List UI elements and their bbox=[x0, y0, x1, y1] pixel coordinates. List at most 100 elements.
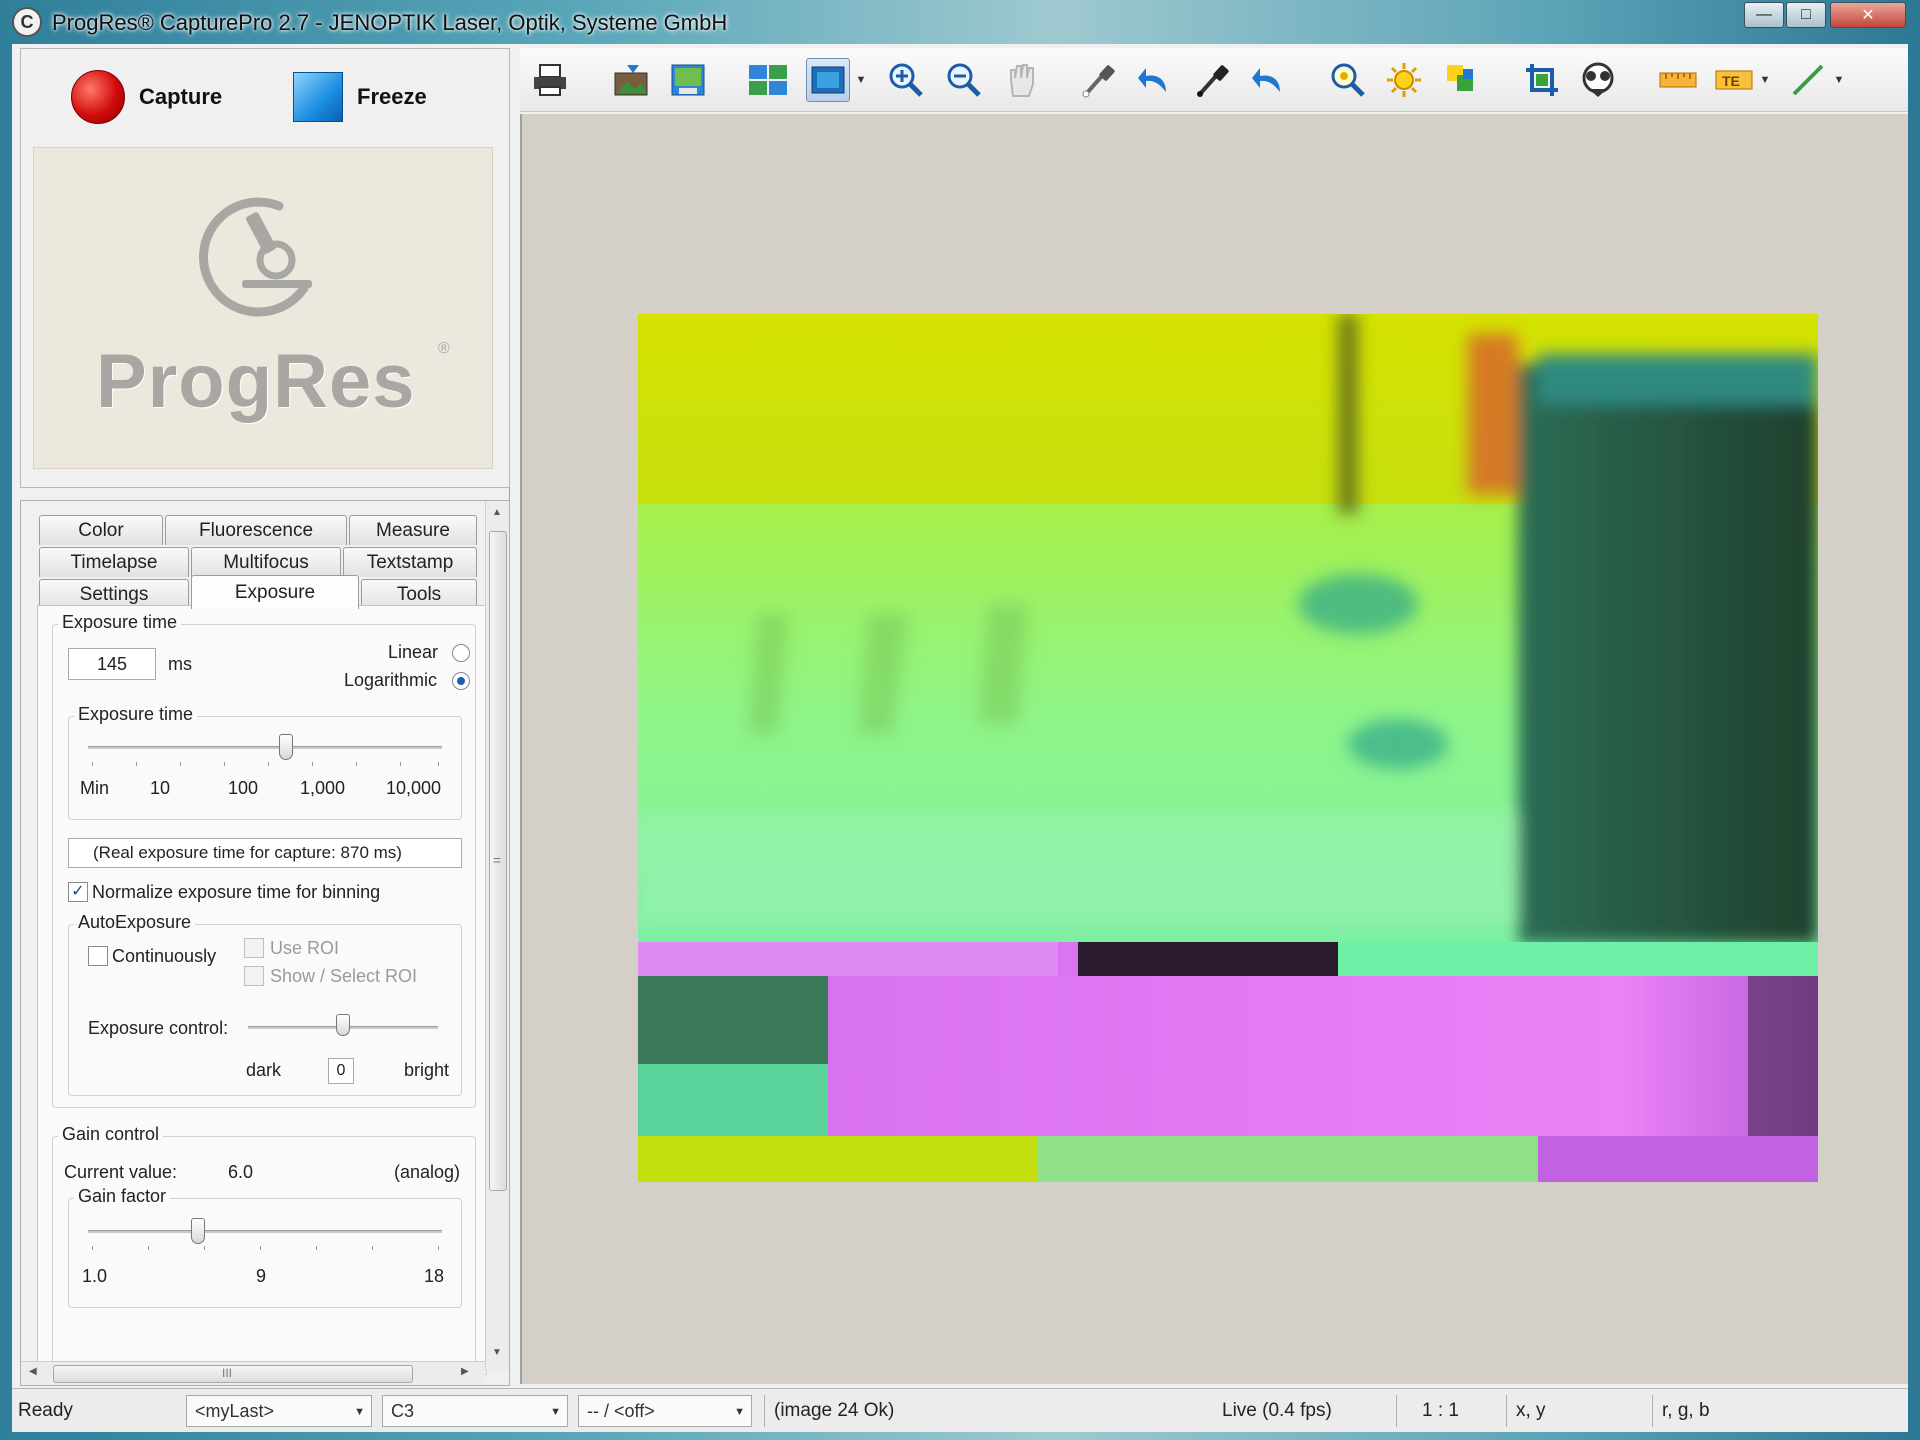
text-stamp-dropdown[interactable]: ▼ bbox=[1756, 58, 1774, 102]
image-status: (image 24 Ok) bbox=[774, 1400, 895, 1421]
exposure-slider-thumb[interactable] bbox=[279, 734, 294, 760]
exposure-value-input[interactable]: 145 bbox=[68, 648, 156, 680]
tab-multifocus[interactable]: Multifocus bbox=[191, 547, 341, 577]
tab-color[interactable]: Color bbox=[39, 515, 163, 545]
exposure-scale-1000: 1,000 bbox=[300, 778, 346, 798]
scroll-down-icon[interactable]: ▼ bbox=[492, 1347, 502, 1358]
panel-horizontal-scrollbar[interactable]: ◀ III ▶ bbox=[21, 1361, 485, 1385]
exposure-slider-track[interactable] bbox=[88, 746, 442, 749]
white-balance-pipette-icon[interactable] bbox=[1076, 58, 1120, 102]
maximize-button[interactable]: □ bbox=[1786, 2, 1826, 28]
image-viewer[interactable] bbox=[520, 114, 1908, 1384]
exposure-slider-group bbox=[68, 716, 462, 820]
gain-mode-label: (analog) bbox=[394, 1162, 461, 1182]
exposure-scale-min: Min bbox=[80, 778, 110, 798]
logarithmic-radio[interactable] bbox=[452, 672, 470, 690]
exposure-scale-10: 10 bbox=[150, 778, 171, 798]
chevron-down-icon: ▼ bbox=[550, 1406, 561, 1418]
exposure-control-thumb[interactable] bbox=[336, 1014, 350, 1036]
horizontal-scroll-thumb[interactable]: III bbox=[53, 1365, 413, 1383]
gain-scale-max: 18 bbox=[424, 1266, 445, 1286]
live-view-icon[interactable] bbox=[806, 58, 850, 102]
gain-scale-mid: 9 bbox=[256, 1266, 267, 1286]
camera-select[interactable]: C3 ▼ bbox=[382, 1395, 568, 1427]
line-tool-dropdown[interactable]: ▼ bbox=[1830, 58, 1848, 102]
undo-black-balance-icon[interactable] bbox=[1246, 58, 1290, 102]
svg-text:TE: TE bbox=[1722, 73, 1740, 89]
normalize-checkbox[interactable]: ✓ bbox=[68, 882, 88, 902]
gain-current-value: 6.0 bbox=[228, 1162, 254, 1182]
control-panel: Capture Freeze ProgRes ® Color Fluoresce… bbox=[20, 48, 510, 1386]
scroll-left-icon[interactable]: ◀ bbox=[29, 1366, 37, 1377]
capture-area: Capture Freeze ProgRes ® bbox=[20, 48, 510, 488]
panel-vertical-scrollbar[interactable]: ▲ = ▼ bbox=[485, 501, 509, 1371]
auto-exposure-title: AutoExposure bbox=[74, 912, 196, 933]
freeze-square-icon bbox=[293, 72, 343, 122]
logarithmic-label: Logarithmic bbox=[344, 670, 438, 690]
minimize-button[interactable]: — bbox=[1744, 2, 1784, 28]
gain-current-label: Current value: bbox=[64, 1162, 178, 1182]
continuously-checkbox[interactable] bbox=[88, 946, 108, 966]
tab-exposure[interactable]: Exposure bbox=[191, 575, 359, 609]
close-button[interactable]: ✕ bbox=[1830, 2, 1906, 28]
app-icon[interactable]: C bbox=[12, 7, 42, 37]
gain-slider-track[interactable] bbox=[88, 1230, 442, 1233]
client-area: Capture Freeze ProgRes ® Color Fluoresce… bbox=[12, 44, 1908, 1432]
exposure-control-label: Exposure control: bbox=[88, 1018, 229, 1038]
capture-button[interactable]: Capture bbox=[71, 67, 222, 127]
title-bar[interactable]: C ProgRes® CapturePro 2.7 - JENOPTIK Las… bbox=[0, 0, 1920, 44]
undo-white-balance-icon[interactable] bbox=[1132, 58, 1176, 102]
zoom-in-icon[interactable] bbox=[884, 58, 928, 102]
text-stamp-icon[interactable]: TE bbox=[1712, 58, 1756, 102]
exposure-tab-content: Exposure time 145 ms Linear Logarithmic … bbox=[37, 605, 487, 1376]
exposure-group-title: Exposure time bbox=[58, 612, 182, 633]
exposure-scale-100: 100 bbox=[228, 778, 259, 798]
show-roi-checkbox[interactable] bbox=[244, 966, 264, 986]
exposure-control-value: 0 bbox=[328, 1058, 354, 1084]
live-camera-image[interactable] bbox=[638, 314, 1818, 1182]
profile-value: <myLast> bbox=[195, 1400, 275, 1421]
gain-slider-thumb[interactable] bbox=[190, 1218, 205, 1244]
profile-select[interactable]: <myLast> ▼ bbox=[186, 1395, 372, 1427]
linear-radio[interactable] bbox=[452, 644, 470, 662]
application-window: C ProgRes® CapturePro 2.7 - JENOPTIK Las… bbox=[0, 0, 1920, 1440]
main-toolbar: ▼ TE ▼ ▼ bbox=[520, 48, 1908, 112]
exposure-slider-title: Exposure time bbox=[74, 704, 198, 725]
black-balance-pipette-icon[interactable] bbox=[1190, 58, 1234, 102]
vertical-scroll-thumb[interactable]: = bbox=[489, 531, 507, 1191]
use-roi-checkbox[interactable] bbox=[244, 938, 264, 958]
status-bar: Ready <myLast> ▼ C3 ▼ -- / <off> ▼ (imag… bbox=[12, 1388, 1908, 1432]
camera-settings-icon[interactable] bbox=[1576, 58, 1620, 102]
view-mode-dropdown[interactable]: ▼ bbox=[852, 58, 870, 102]
settings-tab-panel: Color Fluorescence Measure Timelapse Mul… bbox=[20, 500, 510, 1386]
status-ready: Ready bbox=[18, 1400, 73, 1421]
mode-value: -- / <off> bbox=[587, 1400, 655, 1421]
freeze-button[interactable]: Freeze bbox=[293, 67, 427, 127]
scroll-right-icon[interactable]: ▶ bbox=[461, 1366, 469, 1377]
use-roi-label: Use ROI bbox=[270, 938, 340, 958]
ruler-icon[interactable] bbox=[1656, 58, 1700, 102]
auto-brightness-icon[interactable] bbox=[1382, 58, 1426, 102]
open-image-icon[interactable] bbox=[610, 58, 654, 102]
pan-hand-icon[interactable] bbox=[1000, 58, 1044, 102]
pixel-rgb-status: r, g, b bbox=[1662, 1400, 1710, 1421]
auto-color-icon[interactable] bbox=[1440, 58, 1484, 102]
live-fps-status: Live (0.4 fps) bbox=[1222, 1400, 1332, 1421]
chevron-down-icon: ▼ bbox=[354, 1406, 365, 1418]
search-roi-icon[interactable] bbox=[1326, 58, 1370, 102]
cursor-coords-status: x, y bbox=[1516, 1400, 1546, 1421]
line-tool-icon[interactable] bbox=[1786, 58, 1830, 102]
tab-measure[interactable]: Measure bbox=[349, 515, 477, 545]
save-image-icon[interactable] bbox=[666, 58, 710, 102]
logo-registered-mark: ® bbox=[438, 340, 450, 357]
tab-timelapse[interactable]: Timelapse bbox=[39, 547, 189, 577]
scroll-up-icon[interactable]: ▲ bbox=[492, 507, 502, 518]
zoom-out-icon[interactable] bbox=[942, 58, 986, 102]
print-icon[interactable] bbox=[528, 58, 572, 102]
crop-icon[interactable] bbox=[1520, 58, 1564, 102]
split-view-icon[interactable] bbox=[746, 58, 790, 102]
progres-logo: ProgRes ® bbox=[33, 147, 493, 469]
mode-select[interactable]: -- / <off> ▼ bbox=[578, 1395, 752, 1427]
tab-fluorescence[interactable]: Fluorescence bbox=[165, 515, 347, 545]
tab-textstamp[interactable]: Textstamp bbox=[343, 547, 477, 577]
